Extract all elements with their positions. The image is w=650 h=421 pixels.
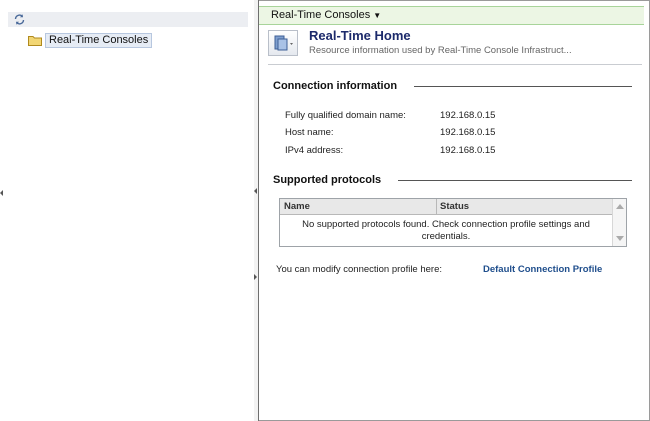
section-rule <box>398 180 632 181</box>
section-rule <box>414 86 632 87</box>
fqdn-value: 192.168.0.15 <box>440 110 496 121</box>
page-subtitle: Resource information used by Real-Time C… <box>309 45 572 56</box>
column-header-status[interactable]: Status <box>440 201 469 212</box>
scroll-down-arrow-icon[interactable] <box>616 236 624 241</box>
content-pane: Real-Time Consoles ▼ Real-Time Home Resou… <box>259 0 648 421</box>
table-header-row: Name Status <box>280 199 612 215</box>
server-icon <box>274 35 293 51</box>
header-divider <box>268 64 642 65</box>
collapse-left-arrow-icon[interactable] <box>0 190 3 196</box>
empty-table-message: No supported protocols found. Check conn… <box>302 219 590 242</box>
scroll-up-arrow-icon[interactable] <box>616 204 624 209</box>
left-tree-pane: Real-Time Consoles <box>0 0 255 421</box>
column-divider[interactable] <box>436 199 437 214</box>
protocols-table: Name Status No supported protocols found… <box>279 198 627 247</box>
chevron-down-icon: ▼ <box>373 11 382 20</box>
folder-icon <box>28 35 42 46</box>
refresh-icon[interactable] <box>13 13 26 26</box>
fqdn-label: Fully qualified domain name: <box>285 110 406 121</box>
tree-item-label: Real-Time Consoles <box>45 32 153 48</box>
splitter-right-arrow-icon[interactable] <box>254 274 257 280</box>
profile-hint-text: You can modify connection profile here: <box>276 264 443 275</box>
navigation-bar: Real-Time Consoles ▼ <box>259 6 644 25</box>
connection-title-text: Connection information <box>273 80 398 92</box>
protocols-section-title: Supported protocols <box>273 174 381 186</box>
home-resource-icon[interactable] <box>268 30 298 56</box>
hostname-label: Host name: <box>285 127 334 138</box>
ipv4-label: IPv4 address: <box>285 145 344 156</box>
table-scrollbar[interactable] <box>612 199 626 246</box>
column-header-name[interactable]: Name <box>284 201 310 212</box>
protocols-title-text: Supported protocols <box>273 174 382 186</box>
tree-item-real-time-consoles[interactable]: Real-Time Consoles <box>28 32 153 48</box>
real-time-consoles-menu[interactable]: Real-Time Consoles ▼ <box>271 9 381 21</box>
ipv4-value: 192.168.0.15 <box>440 145 496 156</box>
hostname-value: 192.168.0.15 <box>440 127 496 138</box>
connection-section-title: Connection information <box>273 80 397 92</box>
splitter-left-arrow-icon[interactable] <box>254 188 257 194</box>
menu-label: Real-Time Consoles <box>271 9 371 21</box>
default-connection-profile-link[interactable]: Default Connection Profile <box>483 264 602 275</box>
tree-toolbar <box>8 12 248 27</box>
page-title: Real-Time Home <box>309 28 411 43</box>
